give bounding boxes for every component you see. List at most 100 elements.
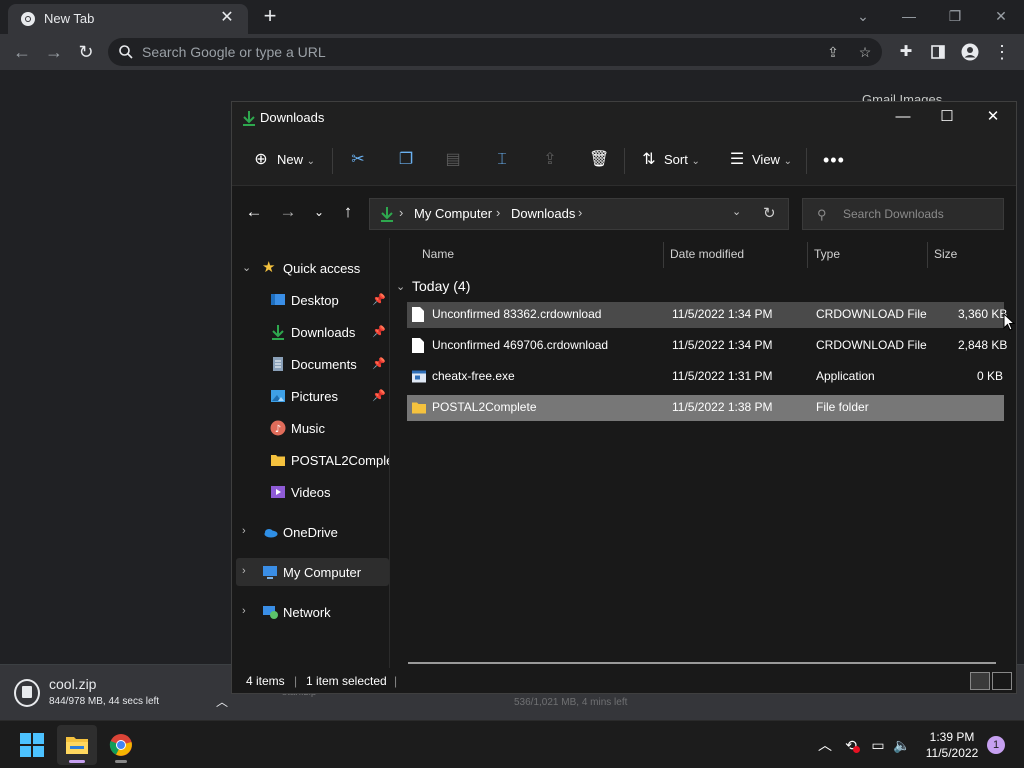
active-indicator bbox=[69, 760, 85, 763]
sidebar-item-desktop[interactable]: Desktop 📌 bbox=[232, 286, 390, 314]
sidebar-item-downloads[interactable]: Downloads 📌 bbox=[232, 318, 390, 346]
details-view-icon[interactable] bbox=[970, 672, 990, 690]
maximize-icon[interactable]: ☐ bbox=[924, 102, 970, 134]
chevron-down-icon[interactable]: ⌄ bbox=[396, 280, 405, 293]
breadcrumb-my-computer[interactable]: My Computer bbox=[414, 206, 492, 221]
sort-button[interactable]: Sort ⌄ bbox=[664, 148, 700, 172]
extensions-icon[interactable]: ✚ bbox=[894, 40, 918, 64]
chrome-icon bbox=[109, 734, 132, 756]
new-tab-button[interactable]: + bbox=[258, 4, 282, 28]
tab-new-tab[interactable]: New Tab ✕ bbox=[8, 4, 248, 34]
sidebar-item-quick-access[interactable]: ⌄ ★ Quick access bbox=[232, 254, 390, 282]
address-dropdown-icon[interactable]: ⌄ bbox=[732, 205, 741, 218]
restore-icon[interactable]: ❐ bbox=[932, 2, 978, 30]
recent-locations-chevron-icon[interactable]: ⌄ bbox=[309, 202, 329, 222]
chevron-right-icon[interactable]: › bbox=[242, 605, 246, 617]
chevron-up-icon[interactable]: ︿ bbox=[216, 693, 228, 710]
close-icon[interactable]: ✕ bbox=[978, 2, 1024, 30]
column-divider[interactable] bbox=[927, 242, 928, 268]
network-icon bbox=[263, 606, 278, 619]
reload-icon[interactable]: ↻ bbox=[74, 40, 98, 64]
bookmark-star-icon[interactable]: ☆ bbox=[856, 43, 874, 61]
tab-close-icon[interactable]: ✕ bbox=[218, 9, 236, 27]
file-row[interactable]: Unconfirmed 83362.crdownload 11/5/2022 1… bbox=[407, 302, 1007, 328]
download-item[interactable]: cool.zip 844/978 MB, 44 secs left ︿ bbox=[12, 673, 232, 713]
folder-icon bbox=[271, 455, 285, 466]
chevron-down-icon[interactable]: ⌄ bbox=[242, 261, 251, 274]
sidebar-item-onedrive[interactable]: › OneDrive bbox=[232, 518, 390, 546]
column-header-size[interactable]: Size bbox=[934, 247, 957, 261]
chevron-right-icon[interactable]: › bbox=[242, 525, 246, 537]
sidebar-item-label: My Computer bbox=[283, 565, 362, 580]
profile-icon[interactable] bbox=[958, 40, 982, 64]
refresh-icon[interactable]: ↻ bbox=[763, 204, 776, 222]
file-type: Application bbox=[816, 369, 875, 383]
side-panel-icon[interactable] bbox=[926, 40, 950, 64]
forward-icon[interactable]: → bbox=[42, 40, 66, 64]
minimize-icon[interactable]: — bbox=[886, 2, 932, 30]
sidebar-item-label: Music bbox=[291, 421, 325, 436]
breadcrumb-downloads[interactable]: Downloads bbox=[511, 206, 575, 221]
file-row[interactable]: Unconfirmed 469706.crdownload 11/5/2022 … bbox=[407, 333, 1008, 359]
chrome-taskbar-button[interactable] bbox=[101, 725, 141, 765]
new-button[interactable]: New ⌄ bbox=[277, 148, 315, 172]
network-icon[interactable]: ▭ bbox=[869, 736, 887, 754]
address-bar[interactable]: › My Computer › Downloads › ⌄ ↻ bbox=[369, 198, 789, 230]
volume-icon[interactable]: 🔈 bbox=[893, 736, 911, 754]
share-icon[interactable]: ⇪ bbox=[824, 43, 842, 61]
explorer-titlebar[interactable]: Downloads — ☐ ✕ bbox=[232, 102, 1016, 134]
forward-icon[interactable]: → bbox=[278, 202, 298, 222]
horizontal-scrollbar[interactable] bbox=[408, 662, 996, 664]
delete-icon[interactable]: 🗑 bbox=[589, 151, 609, 169]
breadcrumb-separator-icon[interactable]: › bbox=[496, 205, 500, 220]
new-plus-icon: ⊕ bbox=[254, 151, 268, 168]
column-divider[interactable] bbox=[663, 242, 664, 268]
sidebar-item-postal2complete[interactable]: POSTAL2Complete bbox=[232, 446, 390, 474]
back-icon[interactable]: ← bbox=[10, 40, 34, 64]
sidebar-item-videos[interactable]: Videos bbox=[232, 478, 390, 506]
file-row[interactable]: POSTAL2Complete 11/5/2022 1:38 PM File f… bbox=[407, 395, 1004, 421]
minimize-icon[interactable]: — bbox=[880, 102, 926, 134]
start-button[interactable] bbox=[12, 725, 52, 765]
copy-icon[interactable]: ❐ bbox=[397, 151, 415, 169]
chevron-right-icon[interactable]: › bbox=[242, 565, 246, 577]
sidebar-item-pictures[interactable]: Pictures 📌 bbox=[232, 382, 390, 410]
omnibox[interactable]: Search Google or type a URL ⇪ ☆ bbox=[108, 38, 882, 66]
clock[interactable]: 1:39 PM 11/5/2022 bbox=[918, 729, 986, 761]
sidebar-item-my-computer[interactable]: › My Computer bbox=[236, 558, 389, 586]
status-divider: | bbox=[294, 674, 298, 688]
group-header-today[interactable]: Today (4) bbox=[412, 278, 470, 294]
toolbar-divider bbox=[806, 148, 807, 174]
column-header-date[interactable]: Date modified bbox=[670, 247, 744, 261]
sync-icon[interactable]: ⟲ bbox=[842, 736, 860, 754]
tab-search-chevron-icon[interactable]: ⌄ bbox=[840, 2, 886, 30]
column-header-name[interactable]: Name bbox=[422, 247, 454, 261]
sidebar-item-network[interactable]: › Network bbox=[232, 598, 390, 626]
sidebar-item-documents[interactable]: Documents 📌 bbox=[232, 350, 390, 378]
file-explorer-taskbar-button[interactable] bbox=[57, 725, 97, 765]
file-row[interactable]: cheatx-free.exe 11/5/2022 1:31 PM Applic… bbox=[407, 364, 1004, 390]
file-size: 2,848 KB bbox=[958, 338, 1008, 352]
chevron-up-icon[interactable]: ︿ bbox=[816, 736, 834, 754]
sort-label: Sort bbox=[664, 152, 688, 167]
more-options-icon[interactable]: ••• bbox=[823, 148, 845, 172]
paste-icon[interactable]: ▤ bbox=[444, 151, 462, 169]
column-divider[interactable] bbox=[807, 242, 808, 268]
omnibox-placeholder: Search Google or type a URL bbox=[142, 44, 326, 60]
notification-badge[interactable]: 1 bbox=[987, 736, 1005, 754]
search-downloads-input[interactable]: ⚲ Search Downloads bbox=[802, 198, 1004, 230]
large-icons-view-icon[interactable] bbox=[992, 672, 1012, 690]
breadcrumb-separator-icon[interactable]: › bbox=[399, 205, 403, 220]
sidebar-item-music[interactable]: ♪ Music bbox=[232, 414, 390, 442]
rename-icon[interactable]: ⌶ bbox=[493, 151, 511, 169]
up-icon[interactable]: ↑ bbox=[338, 202, 358, 222]
close-icon[interactable]: ✕ bbox=[970, 102, 1016, 134]
share-icon[interactable]: ⇪ bbox=[541, 151, 559, 169]
item-count: 4 items bbox=[246, 674, 285, 688]
breadcrumb-separator-icon[interactable]: › bbox=[578, 205, 582, 220]
cut-icon[interactable]: ✂ bbox=[349, 151, 367, 169]
column-header-type[interactable]: Type bbox=[814, 247, 840, 261]
chrome-menu-icon[interactable]: ⋮ bbox=[990, 40, 1014, 64]
back-icon[interactable]: ← bbox=[244, 202, 264, 222]
view-button[interactable]: View ⌄ bbox=[752, 148, 792, 172]
